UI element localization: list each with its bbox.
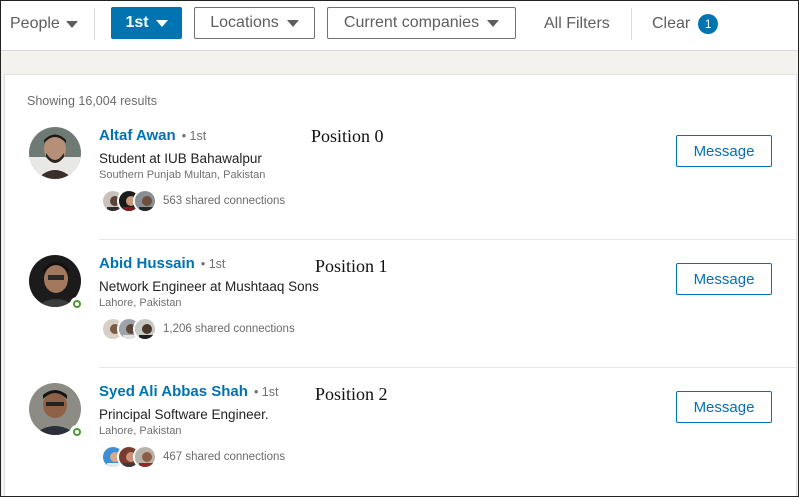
- search-filter-bar: People 1st Locations Current companies A…: [0, 0, 799, 51]
- position-annotation: Position 2: [315, 384, 388, 404]
- people-filter-dropdown[interactable]: People: [10, 12, 78, 36]
- profile-location: Lahore, Pakistan: [99, 425, 182, 437]
- profile-name-link[interactable]: Syed Ali Abbas Shah: [99, 383, 248, 400]
- shared-connections[interactable]: 467 shared connections: [101, 445, 285, 469]
- divider: [631, 8, 632, 40]
- online-status-indicator: [70, 297, 84, 311]
- message-button[interactable]: Message: [676, 263, 772, 295]
- all-filters-label: All Filters: [544, 15, 610, 32]
- chevron-down-icon: [286, 19, 299, 27]
- all-filters-button[interactable]: All Filters: [544, 12, 610, 36]
- profile-name-link[interactable]: Abid Hussain: [99, 255, 195, 272]
- current-companies-filter-label: Current companies: [343, 14, 480, 31]
- connection-degree: • 1st: [200, 257, 226, 271]
- chevron-down-icon: [487, 19, 500, 27]
- result-name-line: Syed Ali Abbas Shah • 1st: [99, 383, 278, 400]
- locations-filter-button[interactable]: Locations: [194, 7, 315, 39]
- profile-location: Lahore, Pakistan: [99, 297, 182, 309]
- chevron-down-icon: [155, 19, 168, 27]
- connection-degree: • 1st: [253, 385, 279, 399]
- divider: [94, 8, 95, 40]
- profile-headline: Network Engineer at Mushtaaq Sons: [99, 279, 319, 294]
- message-button[interactable]: Message: [676, 391, 772, 423]
- profile-headline: Principal Software Engineer.: [99, 407, 269, 422]
- first-degree-filter-button[interactable]: 1st: [111, 7, 182, 39]
- current-companies-filter-button[interactable]: Current companies: [327, 7, 516, 39]
- connection-degree: • 1st: [181, 129, 207, 143]
- message-button[interactable]: Message: [676, 135, 772, 167]
- search-results-card: Showing 16,004 results Altaf Awan • 1st …: [4, 74, 797, 497]
- avatar[interactable]: [29, 127, 81, 179]
- position-annotation: Position 1: [315, 256, 388, 276]
- shared-connection-avatar: [133, 445, 157, 469]
- position-annotation: Position 0: [311, 126, 384, 146]
- profile-headline: Student at IUB Bahawalpur: [99, 151, 262, 166]
- people-filter-label: People: [10, 15, 60, 32]
- result-name-line: Abid Hussain • 1st: [99, 255, 225, 272]
- profile-location: Southern Punjab Multan, Pakistan: [99, 169, 266, 181]
- first-degree-filter-label: 1st: [125, 14, 149, 31]
- shared-connections-count: 467 shared connections: [163, 451, 286, 463]
- clear-filters-button[interactable]: Clear 1: [652, 12, 719, 36]
- chevron-down-icon: [65, 20, 78, 28]
- filter-count-badge: 1: [698, 14, 719, 34]
- list-item: Altaf Awan • 1st Student at IUB Bahawalp…: [5, 75, 796, 240]
- locations-filter-label: Locations: [210, 14, 279, 31]
- list-item: Abid Hussain • 1st Network Engineer at M…: [5, 203, 796, 368]
- result-name-line: Altaf Awan • 1st: [99, 127, 206, 144]
- list-item: Syed Ali Abbas Shah • 1st Principal Soft…: [5, 331, 796, 469]
- profile-name-link[interactable]: Altaf Awan: [99, 127, 176, 144]
- clear-filters-label: Clear: [652, 15, 691, 32]
- online-status-indicator: [70, 425, 84, 439]
